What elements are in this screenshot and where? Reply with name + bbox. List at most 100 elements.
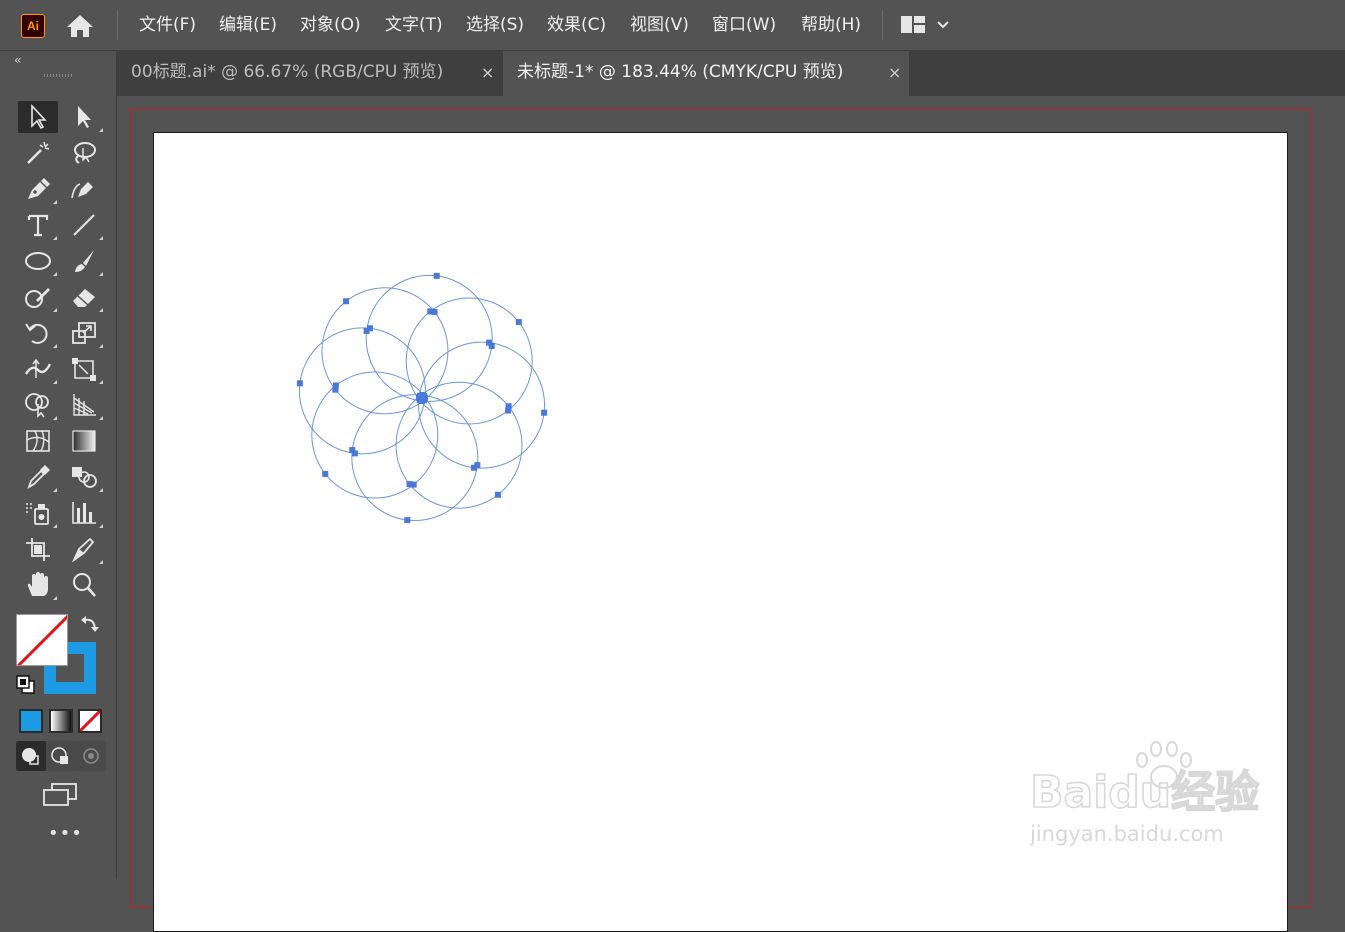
color-mode-button[interactable] [19, 709, 43, 733]
eyedropper-tool[interactable] [18, 461, 58, 493]
menu-select[interactable]: 选择(S) [466, 13, 524, 37]
symbol-sprayer-tool[interactable] [18, 497, 58, 529]
shape-builder-icon [25, 393, 49, 418]
blend-icon [72, 467, 97, 488]
line-segment-tool[interactable] [64, 209, 104, 241]
perspective-grid-icon [73, 394, 96, 416]
panel-grip[interactable] [44, 74, 74, 77]
anchor-point[interactable] [343, 298, 350, 305]
gradient-tool[interactable] [64, 425, 104, 457]
menu-help[interactable]: 帮助(H) [801, 13, 861, 37]
draw-inside-button[interactable] [76, 741, 106, 771]
tab-document-2[interactable]: 未标题-1* @ 183.44% (CMYK/CPU 预览) × [503, 51, 909, 96]
mesh-icon [26, 430, 50, 452]
free-transform-icon [72, 358, 96, 381]
artboard-icon [26, 538, 50, 561]
home-icon[interactable] [65, 12, 95, 40]
anchor-point[interactable] [351, 450, 358, 457]
menu-edit[interactable]: 编辑(E) [219, 13, 277, 37]
menu-file[interactable]: 文件(F) [139, 13, 196, 37]
column-graph-icon [72, 502, 96, 524]
menu-bar: Ai 文件(F) 编辑(E) 对象(O) 文字(T) 选择(S) 效果(C) 视… [0, 0, 1345, 51]
none-mode-button[interactable] [78, 709, 102, 733]
anchor-point[interactable] [474, 462, 481, 469]
ellipse-tool[interactable] [18, 245, 58, 277]
paintbrush-tool[interactable] [64, 245, 104, 277]
shaper-icon [25, 288, 50, 308]
draw-inside-icon [83, 748, 99, 764]
draw-normal-button[interactable] [16, 741, 46, 771]
gradient-icon [72, 430, 96, 452]
fill-color-swatch[interactable] [16, 614, 68, 666]
close-icon[interactable]: × [888, 51, 901, 94]
anchor-point[interactable] [296, 380, 303, 387]
draw-behind-button[interactable] [46, 741, 76, 771]
draw-behind-icon [51, 747, 68, 764]
shape-builder-tool[interactable] [18, 389, 58, 421]
slice-tool[interactable] [64, 533, 104, 565]
edit-toolbar-button[interactable]: ••• [48, 825, 82, 843]
curvature-tool[interactable] [64, 173, 104, 205]
zoom-icon [73, 573, 96, 597]
petal-path [321, 287, 449, 415]
paintbrush-icon [75, 250, 94, 272]
anchor-point[interactable] [541, 409, 548, 416]
menu-type[interactable]: 文字(T) [385, 13, 443, 37]
anchor-point[interactable] [427, 308, 434, 315]
zoom-tool[interactable] [64, 569, 104, 601]
anchor-point[interactable] [505, 407, 512, 414]
eraser-icon [73, 289, 95, 307]
type-icon [27, 214, 49, 237]
anchor-point[interactable] [515, 319, 522, 326]
menu-effect[interactable]: 效果(C) [547, 13, 606, 37]
magic-wand-tool[interactable] [18, 137, 58, 169]
menu-view[interactable]: 视图(V) [630, 13, 689, 37]
type-tool[interactable] [18, 209, 58, 241]
anchor-point[interactable] [433, 272, 440, 279]
scale-tool[interactable] [64, 317, 104, 349]
screen-mode-icon[interactable] [42, 782, 78, 808]
menu-window[interactable]: 窗口(W) [712, 13, 776, 37]
close-icon[interactable]: × [481, 51, 494, 94]
anchor-point[interactable] [494, 491, 501, 498]
gradient-mode-button[interactable] [49, 709, 73, 733]
collapse-panel-icon[interactable]: ‹‹ [14, 53, 21, 67]
mesh-tool[interactable] [18, 425, 58, 457]
column-graph-tool[interactable] [64, 497, 104, 529]
blend-tool[interactable] [64, 461, 104, 493]
baidu-jingyan-watermark: Baidu经验 jingyan.baidu.com [1030, 741, 1260, 846]
anchor-point[interactable] [404, 517, 411, 524]
default-colors-icon[interactable] [16, 675, 36, 695]
tools-panel: ‹‹ ••• [0, 51, 117, 879]
petal-path [405, 297, 533, 425]
free-transform-tool[interactable] [64, 353, 104, 385]
shaper-tool[interactable] [18, 281, 58, 313]
hand-tool[interactable] [18, 569, 58, 601]
draw-normal-icon [22, 748, 39, 765]
anchor-point[interactable] [332, 386, 339, 393]
direct-selection-tool[interactable] [64, 101, 104, 133]
workspace-switcher-icon[interactable] [900, 13, 954, 37]
artboard-tool[interactable] [18, 533, 58, 565]
rotate-tool[interactable] [18, 317, 58, 349]
lasso-tool[interactable] [64, 137, 104, 169]
anchor-points [296, 272, 548, 524]
pen-tool[interactable] [18, 173, 58, 205]
selected-rosette-artwork[interactable] [296, 267, 548, 529]
document-tab-bar: 00标题.ai* @ 66.67% (RGB/CPU 预览) × 未标题-1* … [117, 51, 1345, 96]
swap-fill-stroke-icon[interactable] [80, 614, 100, 634]
watermark-brand: Baidu经验 [1030, 767, 1259, 818]
menu-object[interactable]: 对象(O) [300, 13, 361, 37]
tab-document-1[interactable]: 00标题.ai* @ 66.67% (RGB/CPU 预览) × [117, 51, 503, 96]
anchor-point[interactable] [410, 481, 417, 488]
width-icon [24, 358, 52, 378]
eraser-tool[interactable] [64, 281, 104, 313]
anchor-point[interactable] [488, 342, 495, 349]
anchor-point[interactable] [363, 327, 370, 334]
direct-selection-icon [78, 106, 91, 128]
selection-tool[interactable] [18, 101, 58, 133]
perspective-grid-tool[interactable] [64, 389, 104, 421]
anchor-point[interactable] [322, 470, 329, 477]
anchor-point[interactable] [416, 396, 423, 403]
width-tool[interactable] [18, 353, 58, 385]
